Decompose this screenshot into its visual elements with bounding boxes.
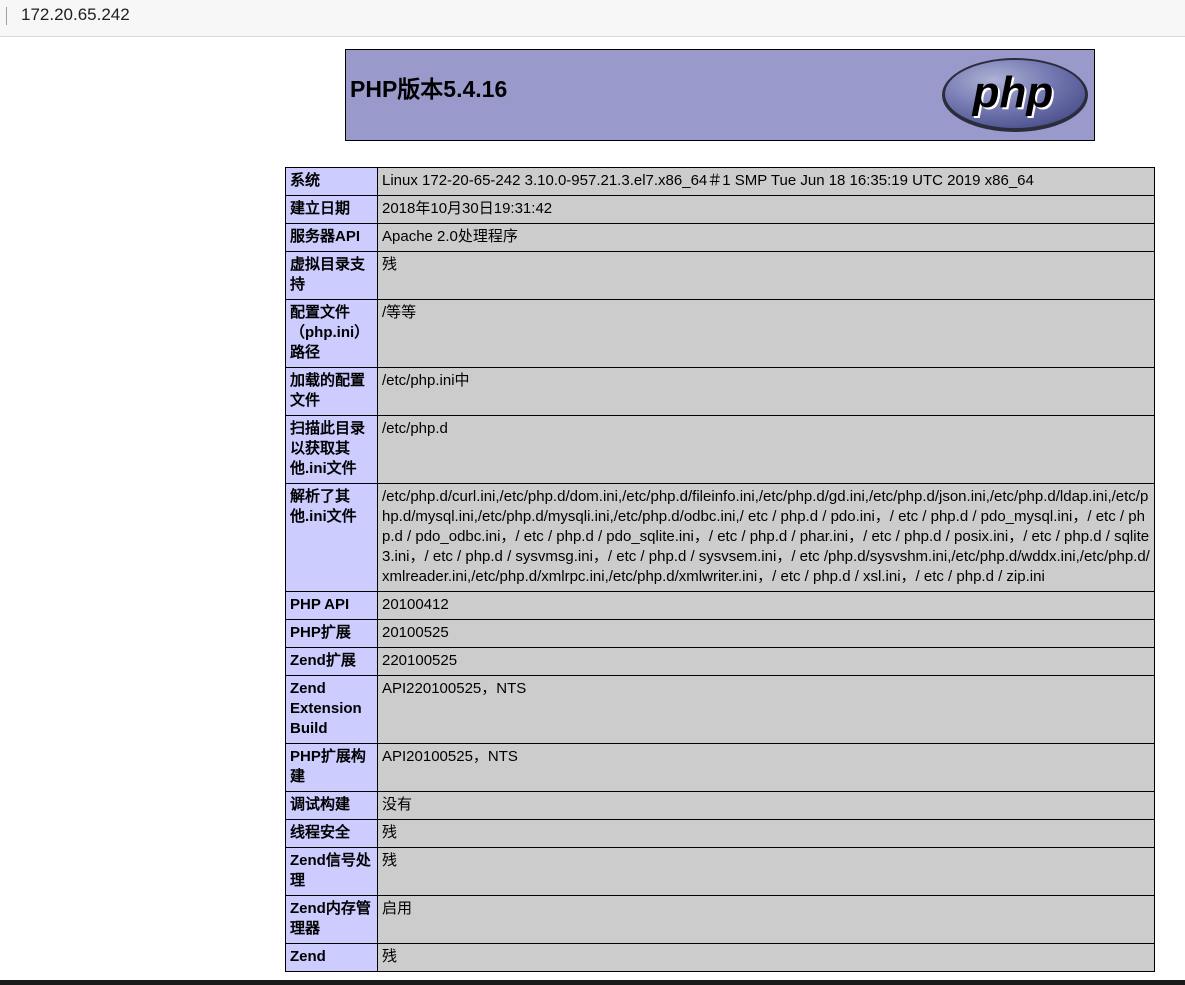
row-value: 20100525: [377, 619, 1155, 648]
row-value: /等等: [377, 299, 1155, 368]
row-value: 启用: [377, 895, 1155, 944]
row-value: 20100412: [377, 591, 1155, 620]
row-key: Zend Extension Build: [285, 675, 378, 744]
row-key: PHP扩展: [285, 619, 378, 648]
row-value: 残: [377, 943, 1155, 972]
php-logo-icon: php php: [942, 58, 1088, 132]
table-row: 线程安全残: [285, 819, 1155, 848]
row-value: 2018年10月30日19:31:42: [377, 195, 1155, 224]
page-title: PHP版本5.4.16: [350, 76, 508, 102]
row-key: 加载的配置文件: [285, 367, 378, 416]
row-value: Apache 2.0处理程序: [377, 223, 1155, 252]
row-value: 残: [377, 847, 1155, 896]
table-row: 解析了其他.ini文件/etc/php.d/curl.ini,/etc/php.…: [285, 483, 1155, 592]
row-key: 虚拟目录支持: [285, 251, 378, 300]
row-key: PHP扩展构建: [285, 743, 378, 792]
row-value: /etc/php.d: [377, 415, 1155, 484]
address-bar[interactable]: 172.20.65.242: [0, 0, 1185, 37]
address-bar-divider: [6, 7, 7, 25]
table-row: Zend内存管理器 启用: [285, 895, 1155, 944]
table-row: 服务器API Apache 2.0处理程序: [285, 223, 1155, 252]
row-value: API220100525，NTS: [377, 675, 1155, 744]
table-row: 扫描此目录以获取其他.ini文件/etc/php.d: [285, 415, 1155, 484]
url-text[interactable]: 172.20.65.242: [21, 5, 130, 25]
php-info-table: 系统 Linux 172-20-65-242 3.10.0-957.21.3.el…: [285, 167, 1155, 972]
table-row: Zend Extension Build API220100525，NTS: [285, 675, 1155, 744]
row-value: /etc/php.d/curl.ini,/etc/php.d/dom.ini,/…: [377, 483, 1155, 592]
row-key: 扫描此目录以获取其他.ini文件: [285, 415, 378, 484]
row-value: 残: [377, 819, 1155, 848]
row-value: 残: [377, 251, 1155, 300]
table-row: 调试构建 没有: [285, 791, 1155, 820]
table-row: 建立日期 2018年10月30日19:31:42: [285, 195, 1155, 224]
table-row: 配置文件（php.ini）路径/等等: [285, 299, 1155, 368]
table-row: PHP扩展 20100525: [285, 619, 1155, 648]
row-key: 配置文件（php.ini）路径: [285, 299, 378, 368]
row-key: 系统: [285, 167, 378, 196]
table-row: Zend信号处理残: [285, 847, 1155, 896]
row-value: 没有: [377, 791, 1155, 820]
table-row: 虚拟目录支持残: [285, 251, 1155, 300]
row-key: Zend: [285, 943, 378, 972]
row-value: /etc/php.ini中: [377, 367, 1155, 416]
row-key: 调试构建: [285, 791, 378, 820]
table-row: PHP扩展构建 API20100525，NTS: [285, 743, 1155, 792]
table-row: Zend 残: [285, 943, 1155, 972]
row-key: Zend扩展: [285, 647, 378, 676]
table-row: 加载的配置文件/etc/php.ini中: [285, 367, 1155, 416]
table-row: 系统 Linux 172-20-65-242 3.10.0-957.21.3.el…: [285, 167, 1155, 196]
row-key: Zend内存管理器: [285, 895, 378, 944]
row-value: 220100525: [377, 647, 1155, 676]
row-key: 服务器API: [285, 223, 378, 252]
php-header-banner: PHP版本5.4.16 php php: [345, 49, 1095, 141]
svg-text:php: php: [972, 68, 1054, 117]
row-key: 建立日期: [285, 195, 378, 224]
row-value: Linux 172-20-65-242 3.10.0-957.21.3.el7.…: [377, 167, 1155, 196]
row-key: PHP API: [285, 591, 378, 620]
row-key: Zend信号处理: [285, 847, 378, 896]
table-row: Zend扩展 220100525: [285, 647, 1155, 676]
row-key: 线程安全: [285, 819, 378, 848]
row-key: 解析了其他.ini文件: [285, 483, 378, 592]
row-value: API20100525，NTS: [377, 743, 1155, 792]
taskbar-edge: [0, 980, 1185, 985]
table-row: PHP API 20100412: [285, 591, 1155, 620]
